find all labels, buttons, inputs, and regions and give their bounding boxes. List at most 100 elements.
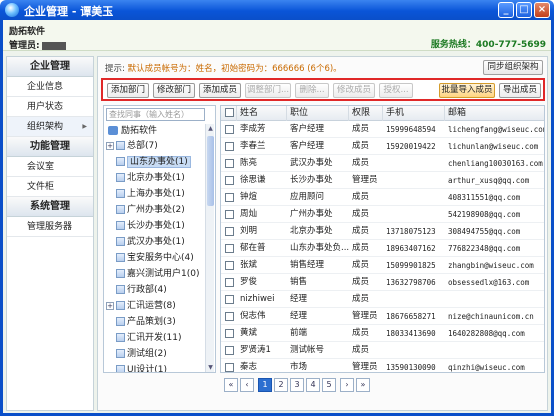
col-name[interactable]: 姓名 <box>237 106 287 121</box>
maximize-button[interactable]: □ <box>516 2 532 18</box>
tree-scrollbar[interactable]: ▲ ▼ <box>205 124 214 372</box>
sidebar-group-enterprise[interactable]: 企业管理 <box>7 57 93 77</box>
table-row[interactable]: 罗俊 销售 成员 13632798706 obsessedlx@163.com <box>221 274 544 291</box>
title-bar[interactable]: 企业管理 - 谭美玉 _ □ × <box>0 0 554 20</box>
sidebar-group-system[interactable]: 系统管理 <box>7 197 93 217</box>
tree-root[interactable]: 励拓软件 <box>108 124 157 138</box>
expand-icon[interactable]: + <box>106 301 114 310</box>
adjust-dept-button[interactable]: 调整部门... <box>245 83 291 98</box>
row-checkbox[interactable] <box>225 142 234 151</box>
page-1-button[interactable]: 1 <box>258 378 272 392</box>
department-icon <box>116 237 125 246</box>
add-dept-button[interactable]: 添加部门 <box>107 83 149 98</box>
table-row[interactable]: 李春兰 客户经理 成员 15920019422 lichunlan@wiseuc.com <box>221 138 544 155</box>
sidebar-group-function[interactable]: 功能管理 <box>7 137 93 157</box>
tree-node[interactable]: + 汇讯运营(8) <box>106 299 176 313</box>
batch-import-button[interactable]: 批量导入成员 <box>439 83 495 98</box>
tree-node[interactable]: 上海办事处(1) <box>116 187 185 201</box>
tree-node[interactable]: 行政部(4) <box>116 283 167 297</box>
table-row[interactable]: 郁在普 山东办事处负... 成员 18963407162 776822348@qq.co… <box>221 240 544 257</box>
sidebar-item-file-cabinet[interactable]: 文件柜 <box>7 177 93 197</box>
sidebar-item-server-admin[interactable]: 管理服务器 <box>7 217 93 237</box>
scroll-down-icon[interactable]: ▼ <box>206 363 215 372</box>
table-row[interactable]: 倪志伟 经理 管理员 18676658271 nize@chinaunicom.cn <box>221 308 544 325</box>
edit-dept-button[interactable]: 修改部门 <box>153 83 195 98</box>
row-checkbox[interactable] <box>225 159 234 168</box>
tree-node-head-office[interactable]: + 总部(7) <box>106 139 158 153</box>
authorize-button[interactable]: 授权... <box>379 83 413 98</box>
row-checkbox[interactable] <box>225 363 234 372</box>
table-cell: 测试帐号 <box>290 345 325 355</box>
tree-node[interactable]: 产品策划(3) <box>116 315 176 329</box>
tree-node[interactable]: 嘉兴测试用户1(0) <box>116 267 199 281</box>
tree-node[interactable]: 广州办事处(2) <box>116 203 185 217</box>
tree-node[interactable]: 宝安服务中心(4) <box>116 251 194 265</box>
first-page-button[interactable]: « <box>224 378 238 392</box>
scroll-thumb[interactable] <box>207 136 214 206</box>
table-cell: 成员 <box>352 345 370 355</box>
sidebar-item-enterprise-info[interactable]: 企业信息 <box>7 77 93 97</box>
row-checkbox[interactable] <box>225 193 234 202</box>
row-checkbox[interactable] <box>225 227 234 236</box>
edit-member-button[interactable]: 修改成员 <box>333 83 375 98</box>
table-row[interactable]: 黄斌 前端 成员 18033413690 1640282808@qq.com <box>221 325 544 342</box>
col-permission[interactable]: 权限 <box>349 106 383 121</box>
table-row[interactable]: 钟煊 应用顾问 成员 408311551@qq.com <box>221 189 544 206</box>
sidebar-item-user-status[interactable]: 用户状态 <box>7 97 93 117</box>
close-button[interactable]: × <box>534 2 550 18</box>
tree-node[interactable]: 测试组(2) <box>116 347 167 361</box>
table-row[interactable]: 罗贤涛1 测试帐号 成员 <box>221 342 544 359</box>
row-checkbox[interactable] <box>225 329 234 338</box>
tree-node[interactable]: 长沙办事处(1) <box>116 219 185 233</box>
row-checkbox[interactable] <box>225 176 234 185</box>
tree-node[interactable]: 山东办事处(1) <box>116 155 191 169</box>
tree-node[interactable]: 汇讯开发(11) <box>116 331 181 345</box>
minimize-button[interactable]: _ <box>498 2 514 18</box>
table-row[interactable]: 秦志 市场 管理员 13590130090 qinzhi@wiseuc.com <box>221 359 544 372</box>
tree-node[interactable]: 武汉办事处(1) <box>116 235 185 249</box>
select-all-cell[interactable] <box>221 106 237 121</box>
sync-org-button[interactable]: 同步组织架构 <box>483 60 543 75</box>
table-row[interactable]: nizhiwei 经理 成员 <box>221 291 544 308</box>
table-header: 姓名 职位 权限 手机 邮箱 <box>221 106 544 121</box>
table-row[interactable]: 周灿 广州办事处 成员 542198908@qq.com <box>221 206 544 223</box>
page-3-button[interactable]: 3 <box>290 378 304 392</box>
add-member-button[interactable]: 添加成员 <box>199 83 241 98</box>
export-member-button[interactable]: 导出成员 <box>499 83 541 98</box>
tree-node[interactable]: 北京办事处(1) <box>116 171 185 185</box>
tree-node[interactable]: UI设计(1) <box>116 363 167 372</box>
sidebar-item-org-structure[interactable]: 组织架构 <box>7 117 93 137</box>
table-row[interactable]: 张斌 销售经理 成员 15099901825 zhangbin@wiseuc.com <box>221 257 544 274</box>
row-checkbox[interactable] <box>225 261 234 270</box>
sidebar-item-meeting-room[interactable]: 会议室 <box>7 157 93 177</box>
prev-page-button[interactable]: ‹ <box>240 378 254 392</box>
page-2-button[interactable]: 2 <box>274 378 288 392</box>
table-row[interactable]: 徐思谦 长沙办事处 管理员 arthur_xusq@qq.com <box>221 172 544 189</box>
table-cell: 成员 <box>352 260 370 270</box>
table-row[interactable]: 刘明 北京办事处 成员 13718075123 308494755@qq.com <box>221 223 544 240</box>
last-page-button[interactable]: » <box>356 378 370 392</box>
expand-icon[interactable]: + <box>106 141 114 150</box>
row-checkbox[interactable] <box>225 312 234 321</box>
row-checkbox[interactable] <box>225 278 234 287</box>
search-colleague-input[interactable]: 查找同事（输入姓名） <box>106 108 205 121</box>
page-5-button[interactable]: 5 <box>322 378 336 392</box>
table-row[interactable]: 李成芳 客户经理 成员 15999648594 lichengfang@wiseuc.c… <box>221 121 544 138</box>
col-email[interactable]: 邮箱 <box>445 106 544 121</box>
col-mobile[interactable]: 手机 <box>383 106 445 121</box>
col-position[interactable]: 职位 <box>287 106 349 121</box>
table-row[interactable]: 陈亮 武汉办事处 成员 chenliang10030163.com <box>221 155 544 172</box>
row-checkbox[interactable] <box>225 295 234 304</box>
row-checkbox[interactable] <box>225 346 234 355</box>
scroll-up-icon[interactable]: ▲ <box>206 124 215 133</box>
row-checkbox[interactable] <box>225 125 234 134</box>
select-all-checkbox[interactable] <box>225 108 234 117</box>
table-cell: 管理员 <box>352 175 378 185</box>
row-checkbox[interactable] <box>225 244 234 253</box>
table-cell <box>383 189 445 206</box>
page-4-button[interactable]: 4 <box>306 378 320 392</box>
next-page-button[interactable]: › <box>340 378 354 392</box>
table-cell: 成员 <box>352 209 370 219</box>
row-checkbox[interactable] <box>225 210 234 219</box>
delete-button[interactable]: 删除... <box>295 83 329 98</box>
